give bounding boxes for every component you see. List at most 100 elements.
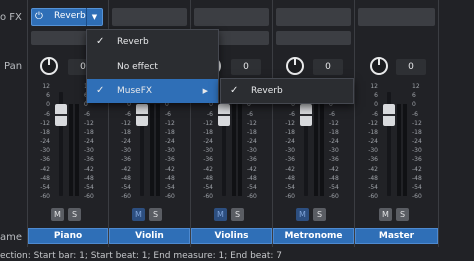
audio-fx-slot[interactable] [358,8,435,26]
db-tick-label: 6 [412,92,416,100]
level-meter [238,104,242,196]
db-tick-label: 0 [46,101,50,109]
db-tick-label: -42 [285,165,295,173]
menu-item-label: No effect [117,62,158,72]
db-tick-label: -6 [412,110,418,118]
db-tick-label: 12 [412,83,420,90]
db-tick-label: -6 [44,110,50,118]
db-tick-label: -60 [203,193,213,200]
pan-value[interactable]: 0 [313,59,343,75]
channel-name-master[interactable]: Master [355,228,438,244]
pan-knob[interactable] [286,57,304,75]
db-tick-label: 6 [374,92,378,100]
volume-fader-handle[interactable] [383,104,395,126]
db-tick-label: -24 [285,138,295,145]
db-tick-label: -12 [40,119,50,127]
db-tick-label: -30 [285,147,295,155]
db-tick-label: -48 [368,174,378,182]
menu-item-label: MuseFX [117,86,153,96]
mute-button[interactable]: M [214,208,227,221]
audio-fx-slot[interactable] [112,8,187,26]
solo-button[interactable]: S [68,208,81,221]
solo-button[interactable]: S [396,208,409,221]
db-tick-label: -48 [203,174,213,182]
db-tick-label: -48 [165,174,175,182]
db-tick-label: -36 [203,156,213,164]
pan-value[interactable]: 0 [231,59,261,75]
db-tick-label: -54 [285,183,295,191]
solo-button[interactable]: S [149,208,162,221]
db-tick-label: -12 [203,119,213,127]
db-tick-label: -48 [40,174,50,182]
channel-name-violin[interactable]: Violin [109,228,190,244]
db-scale-left: 12 60-6-12-18 -24 -30-36-42-48-54 -60 [36,84,50,202]
db-tick-label: -30 [412,147,422,155]
level-meter [397,104,401,196]
mute-button[interactable]: M [132,208,145,221]
db-tick-label: -42 [247,165,257,173]
solo-button[interactable]: S [231,208,244,221]
audio-fx-slot[interactable] [194,8,269,26]
strip-divider [438,0,439,247]
db-tick-label: -48 [285,174,295,182]
chevron-down-icon[interactable]: ▼ [86,8,102,26]
db-tick-label: -60 [285,193,295,200]
db-tick-label: 6 [46,92,50,100]
audio-fx-row-label: o FX [0,12,22,23]
audio-fx-slot[interactable] [276,8,351,26]
mute-button[interactable]: M [51,208,64,221]
check-icon: ✓ [96,36,105,47]
volume-fader-handle[interactable] [300,104,312,126]
db-tick-label: -42 [165,165,175,173]
channel-name-metronome[interactable]: Metronome [273,228,354,244]
fx-name-label: Reverb [54,11,86,21]
db-tick-label: -30 [368,147,378,155]
db-tick-label: 0 [127,101,131,109]
channel-name-violins[interactable]: Violins [191,228,272,244]
volume-fader-handle[interactable] [136,104,148,126]
db-tick-label: -30 [203,147,213,155]
db-tick-label: -30 [84,147,94,155]
power-icon[interactable]: ⏻ [35,11,47,23]
aux-send-slot[interactable] [276,31,351,45]
check-icon: ✓ [230,85,239,96]
db-tick-label: -6 [165,110,171,118]
menu-item-musefx[interactable]: ✓ MuseFX ▶ [87,79,218,103]
db-tick-label: -24 [40,138,50,145]
db-tick-label: -60 [121,193,131,200]
db-tick-label: -60 [329,193,339,200]
submenu-item-reverb[interactable]: ✓ Reverb [221,79,353,103]
solo-button[interactable]: S [313,208,326,221]
menu-item-no-effect[interactable]: No effect [87,55,218,79]
db-tick-label: -30 [165,147,175,155]
mute-button[interactable]: M [379,208,392,221]
db-tick-label: -12 [285,119,295,127]
db-tick-label: -54 [121,183,131,191]
db-tick-label: -54 [368,183,378,191]
db-scale-right: 12 60-6-12-18 -24 -30-36-42-48-54 -60 [412,84,426,202]
mute-button[interactable]: M [296,208,309,221]
chevron-right-icon: ▶ [202,87,208,95]
db-tick-label: -42 [203,165,213,173]
db-tick-label: -18 [121,128,131,136]
channel-name-piano[interactable]: Piano [28,228,108,244]
db-tick-label: -6 [84,110,90,118]
db-tick-label: -48 [412,174,422,182]
check-icon: ✓ [96,85,105,96]
pan-value[interactable]: 0 [396,59,426,75]
db-tick-label: -42 [329,165,339,173]
pan-knob[interactable] [40,57,58,75]
menu-item-reverb[interactable]: ✓ Reverb [87,30,218,54]
db-tick-label: -54 [84,183,94,191]
db-tick-label: 12 [370,83,378,90]
pan-knob[interactable] [370,57,388,75]
volume-fader-handle[interactable] [55,104,67,126]
volume-fader-handle[interactable] [218,104,230,126]
reverb-fx-dropdown[interactable]: ⏻ Reverb ▼ [31,8,103,26]
db-tick-label: -6 [289,110,295,118]
channel-strip-master: 0 12 6 0 -6 -12 -18 -24 -30 -36 -42 -48 -54 -60 12 6 0… [355,0,438,247]
db-tick-label: -36 [247,156,257,164]
db-tick-label: -6 [329,110,335,118]
db-tick-label: -24 [368,138,378,145]
db-tick-label: -30 [121,147,131,155]
